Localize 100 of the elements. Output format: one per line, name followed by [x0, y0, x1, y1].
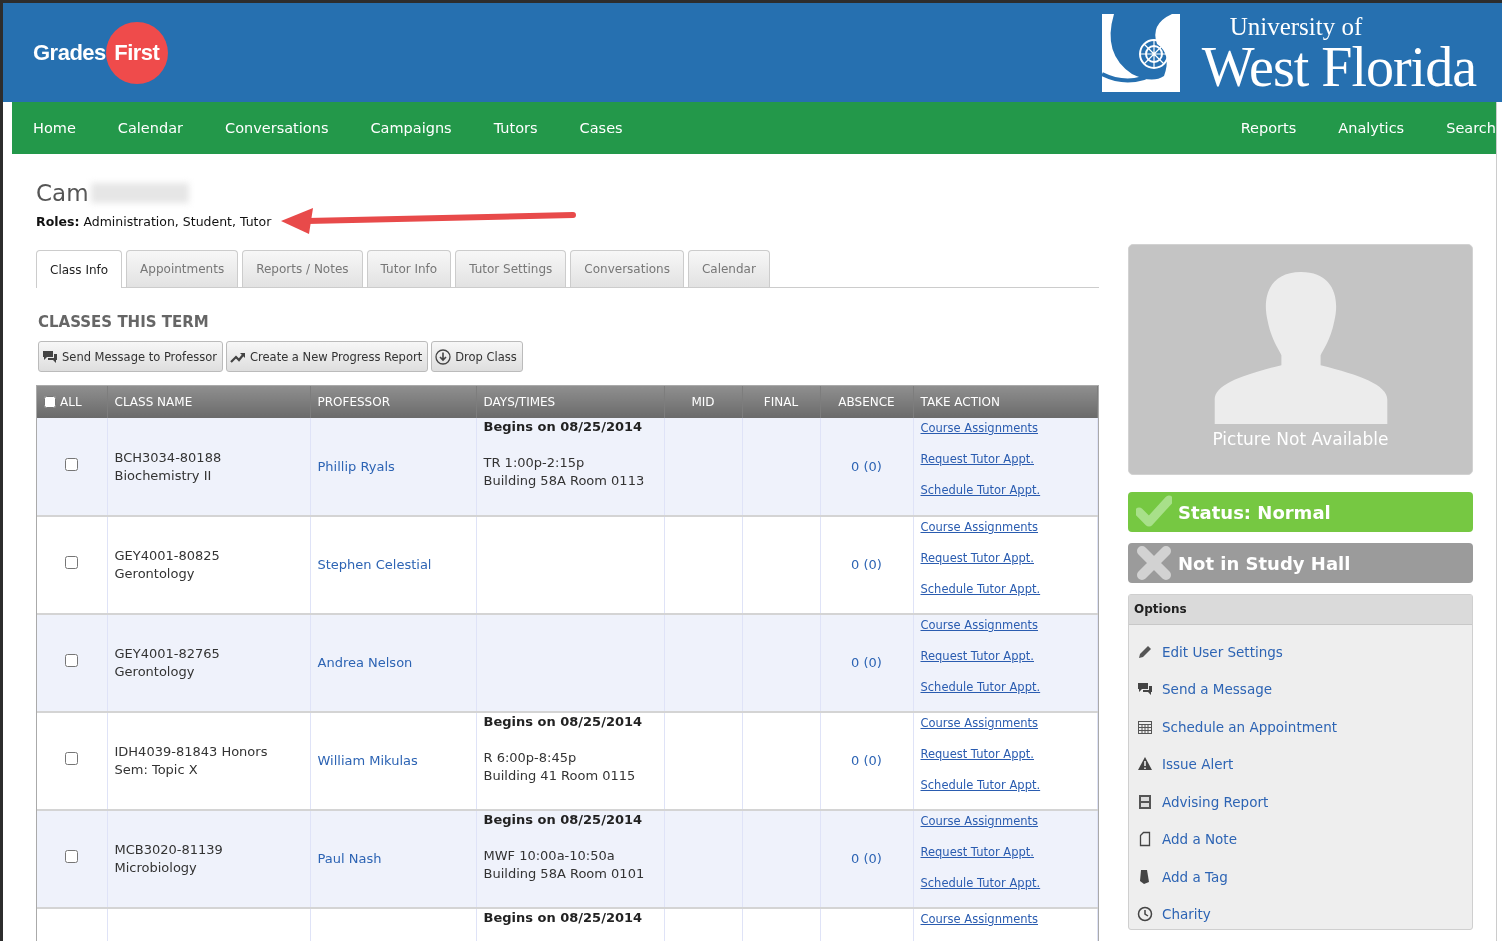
tab[interactable]: Conversations — [570, 250, 684, 287]
option-link[interactable]: Issue Alert — [1137, 745, 1472, 783]
schedule-text: TR 1:00p-2:15p — [483, 454, 586, 472]
note-icon — [1137, 831, 1153, 848]
location-text: Building 58A Room 0113 — [483, 472, 646, 490]
option-link[interactable]: Edit User Settings — [1137, 633, 1472, 671]
professor-link[interactable]: William Mikulas — [317, 753, 418, 768]
tab[interactable]: Tutor Settings — [455, 250, 567, 287]
nav-link[interactable]: Reports — [1240, 120, 1297, 136]
university-logo-text: West Florida — [1201, 40, 1476, 93]
column-header: ALL — [60, 395, 82, 409]
panel-title: Options — [1129, 595, 1472, 625]
nav-link[interactable]: Calendar — [117, 120, 184, 136]
toolbar-button[interactable]: Send Message to Professor — [38, 341, 223, 372]
action-link[interactable]: Request Tutor Appt. — [920, 845, 1034, 859]
row-checkbox[interactable] — [65, 850, 79, 863]
option-link[interactable]: Add a Tag — [1137, 858, 1472, 896]
nav-link[interactable]: Analytics — [1338, 120, 1405, 136]
action-link[interactable]: Course Assignments — [920, 716, 1038, 730]
clock-icon — [1137, 906, 1153, 923]
roles-text: Roles: Administration, Student, Tutor — [36, 213, 272, 229]
nav-link[interactable]: Tutors — [493, 120, 538, 136]
nav-link[interactable]: Home — [33, 120, 76, 136]
option-link[interactable]: Send a Message — [1137, 670, 1472, 708]
cross-icon — [1136, 545, 1172, 581]
column-header: MID — [691, 395, 715, 409]
absence-count: 0 (0) — [851, 557, 882, 572]
row-checkbox[interactable] — [65, 556, 79, 569]
absence-count: 0 (0) — [851, 851, 882, 866]
warning-icon — [1137, 756, 1153, 773]
tab[interactable]: Appointments — [126, 250, 239, 287]
nav-link[interactable]: Campaigns — [370, 120, 452, 136]
professor-link[interactable]: Phillip Ryals — [317, 458, 395, 474]
university-logo-text: University of — [1229, 12, 1363, 41]
begin-date: Begins on 08/25/2014 — [483, 811, 644, 829]
location-text: Building 41 Room 0115 — [483, 767, 637, 785]
toolbar-button[interactable]: Drop Class — [431, 341, 523, 372]
action-link[interactable]: Schedule Tutor Appt. — [920, 582, 1041, 596]
action-link[interactable]: Course Assignments — [920, 912, 1038, 926]
absence-count: 0 (0) — [851, 753, 882, 768]
action-link[interactable]: Schedule Tutor Appt. — [920, 483, 1041, 497]
begin-date: Begins on 08/25/2014 — [483, 909, 644, 927]
option-link[interactable]: Schedule an Appointment — [1137, 708, 1472, 746]
nav-link[interactable]: Cases — [579, 120, 623, 136]
row-checkbox[interactable] — [65, 654, 79, 667]
action-link[interactable]: Course Assignments — [920, 520, 1038, 534]
action-link[interactable]: Schedule Tutor Appt. — [920, 876, 1041, 890]
begin-date: Begins on 08/25/2014 — [483, 418, 644, 436]
class-name: GEY4001-82765 Gerontology — [114, 646, 220, 679]
download-icon — [435, 348, 452, 365]
tab[interactable]: Calendar — [687, 250, 770, 287]
column-header: ABSENCE — [838, 395, 895, 409]
option-link[interactable]: Charity — [1137, 895, 1472, 933]
select-all-checkbox[interactable] — [44, 396, 56, 408]
nav-link[interactable]: Search — [1446, 120, 1496, 136]
schedule-text: R 6:00p-8:45p — [483, 749, 578, 767]
logo-badge: First — [105, 21, 168, 84]
action-link[interactable]: Course Assignments — [920, 618, 1038, 632]
schedule-text: MWF 10:00a-10:50a — [483, 847, 616, 865]
toolbar-button[interactable]: Create a New Progress Report — [226, 341, 429, 372]
nav-link[interactable]: Conversations — [225, 120, 329, 136]
option-link[interactable]: Add a Note — [1137, 820, 1472, 858]
row-checkbox[interactable] — [65, 457, 79, 471]
status-label: Status: Normal — [1178, 501, 1331, 523]
begin-date: Begins on 08/25/2014 — [483, 713, 644, 731]
class-name: GEY4001-80825 Gerontology — [114, 548, 220, 581]
class-name: IDH4039-81843 Honors Sem: Topic X — [114, 744, 268, 777]
class-name: BCH3034-80188 Biochemistry II — [114, 449, 222, 483]
pencil-icon — [1137, 643, 1153, 660]
action-link[interactable]: Request Tutor Appt. — [920, 649, 1034, 663]
action-link[interactable]: Schedule Tutor Appt. — [920, 778, 1041, 792]
professor-link[interactable]: Andrea Nelson — [317, 655, 413, 670]
tab[interactable]: Tutor Info — [366, 250, 452, 287]
option-link[interactable]: Advising Report — [1137, 783, 1472, 821]
absence-count: 0 (0) — [851, 458, 882, 474]
class-name: MCB3020-81139 Microbiology — [114, 842, 223, 875]
status-label: Not in Study Hall — [1178, 552, 1351, 574]
column-header: FINAL — [763, 395, 799, 409]
document-icon — [1137, 793, 1153, 810]
column-header: DAYS/TIMES — [483, 395, 556, 409]
professor-link[interactable]: Paul Nash — [317, 851, 382, 866]
action-link[interactable]: Request Tutor Appt. — [920, 551, 1034, 565]
action-link[interactable]: Schedule Tutor Appt. — [920, 680, 1041, 694]
row-checkbox[interactable] — [65, 752, 79, 765]
calendar-icon — [1137, 718, 1153, 735]
action-link[interactable]: Course Assignments — [920, 814, 1038, 828]
tab[interactable]: Class Info — [36, 250, 123, 288]
professor-link[interactable]: Stephen Celestial — [317, 557, 432, 572]
action-link[interactable]: Request Tutor Appt. — [920, 747, 1034, 761]
shell-logo-icon — [1101, 13, 1180, 92]
tab[interactable]: Reports / Notes — [242, 250, 363, 287]
column-header: CLASS NAME — [114, 395, 193, 409]
action-link[interactable]: Request Tutor Appt. — [920, 452, 1034, 466]
photo-caption: Picture Not Available — [1212, 429, 1389, 449]
section-title: CLASSES THIS TERM — [38, 313, 210, 331]
speech-bubbles-icon — [42, 348, 58, 365]
brand-logo-text: Grades — [33, 39, 106, 66]
absence-count: 0 (0) — [851, 655, 882, 670]
action-link[interactable]: Course Assignments — [920, 421, 1038, 435]
column-header: TAKE ACTION — [920, 395, 1001, 409]
